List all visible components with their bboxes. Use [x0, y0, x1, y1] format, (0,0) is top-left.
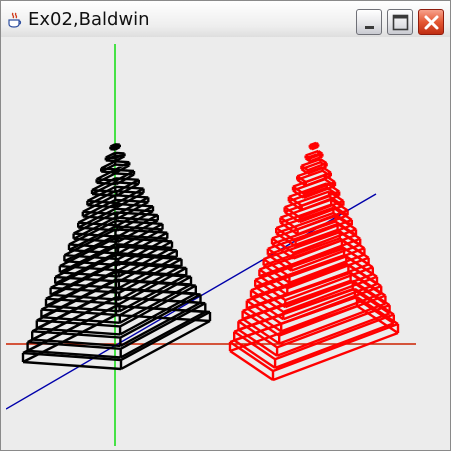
minimize-button[interactable]	[356, 9, 382, 35]
close-button[interactable]	[418, 9, 444, 35]
java-cup-icon	[8, 12, 22, 28]
maximize-icon	[392, 14, 409, 31]
left-pyramid	[21, 143, 212, 371]
drawing-canvas	[6, 38, 446, 446]
minimize-icon	[365, 26, 374, 29]
window-title: Ex02,Baldwin	[28, 9, 150, 30]
title-bar[interactable]: Ex02,Baldwin	[1, 1, 450, 37]
left-pyramid-layer-box	[109, 143, 121, 151]
application-window: Ex02,Baldwin	[0, 0, 451, 451]
close-icon	[424, 15, 439, 30]
scene-drawing	[6, 44, 416, 446]
maximize-button[interactable]	[387, 9, 413, 35]
right-pyramid-layer-box	[308, 141, 320, 151]
left-pyramid-layer-box	[104, 151, 126, 163]
